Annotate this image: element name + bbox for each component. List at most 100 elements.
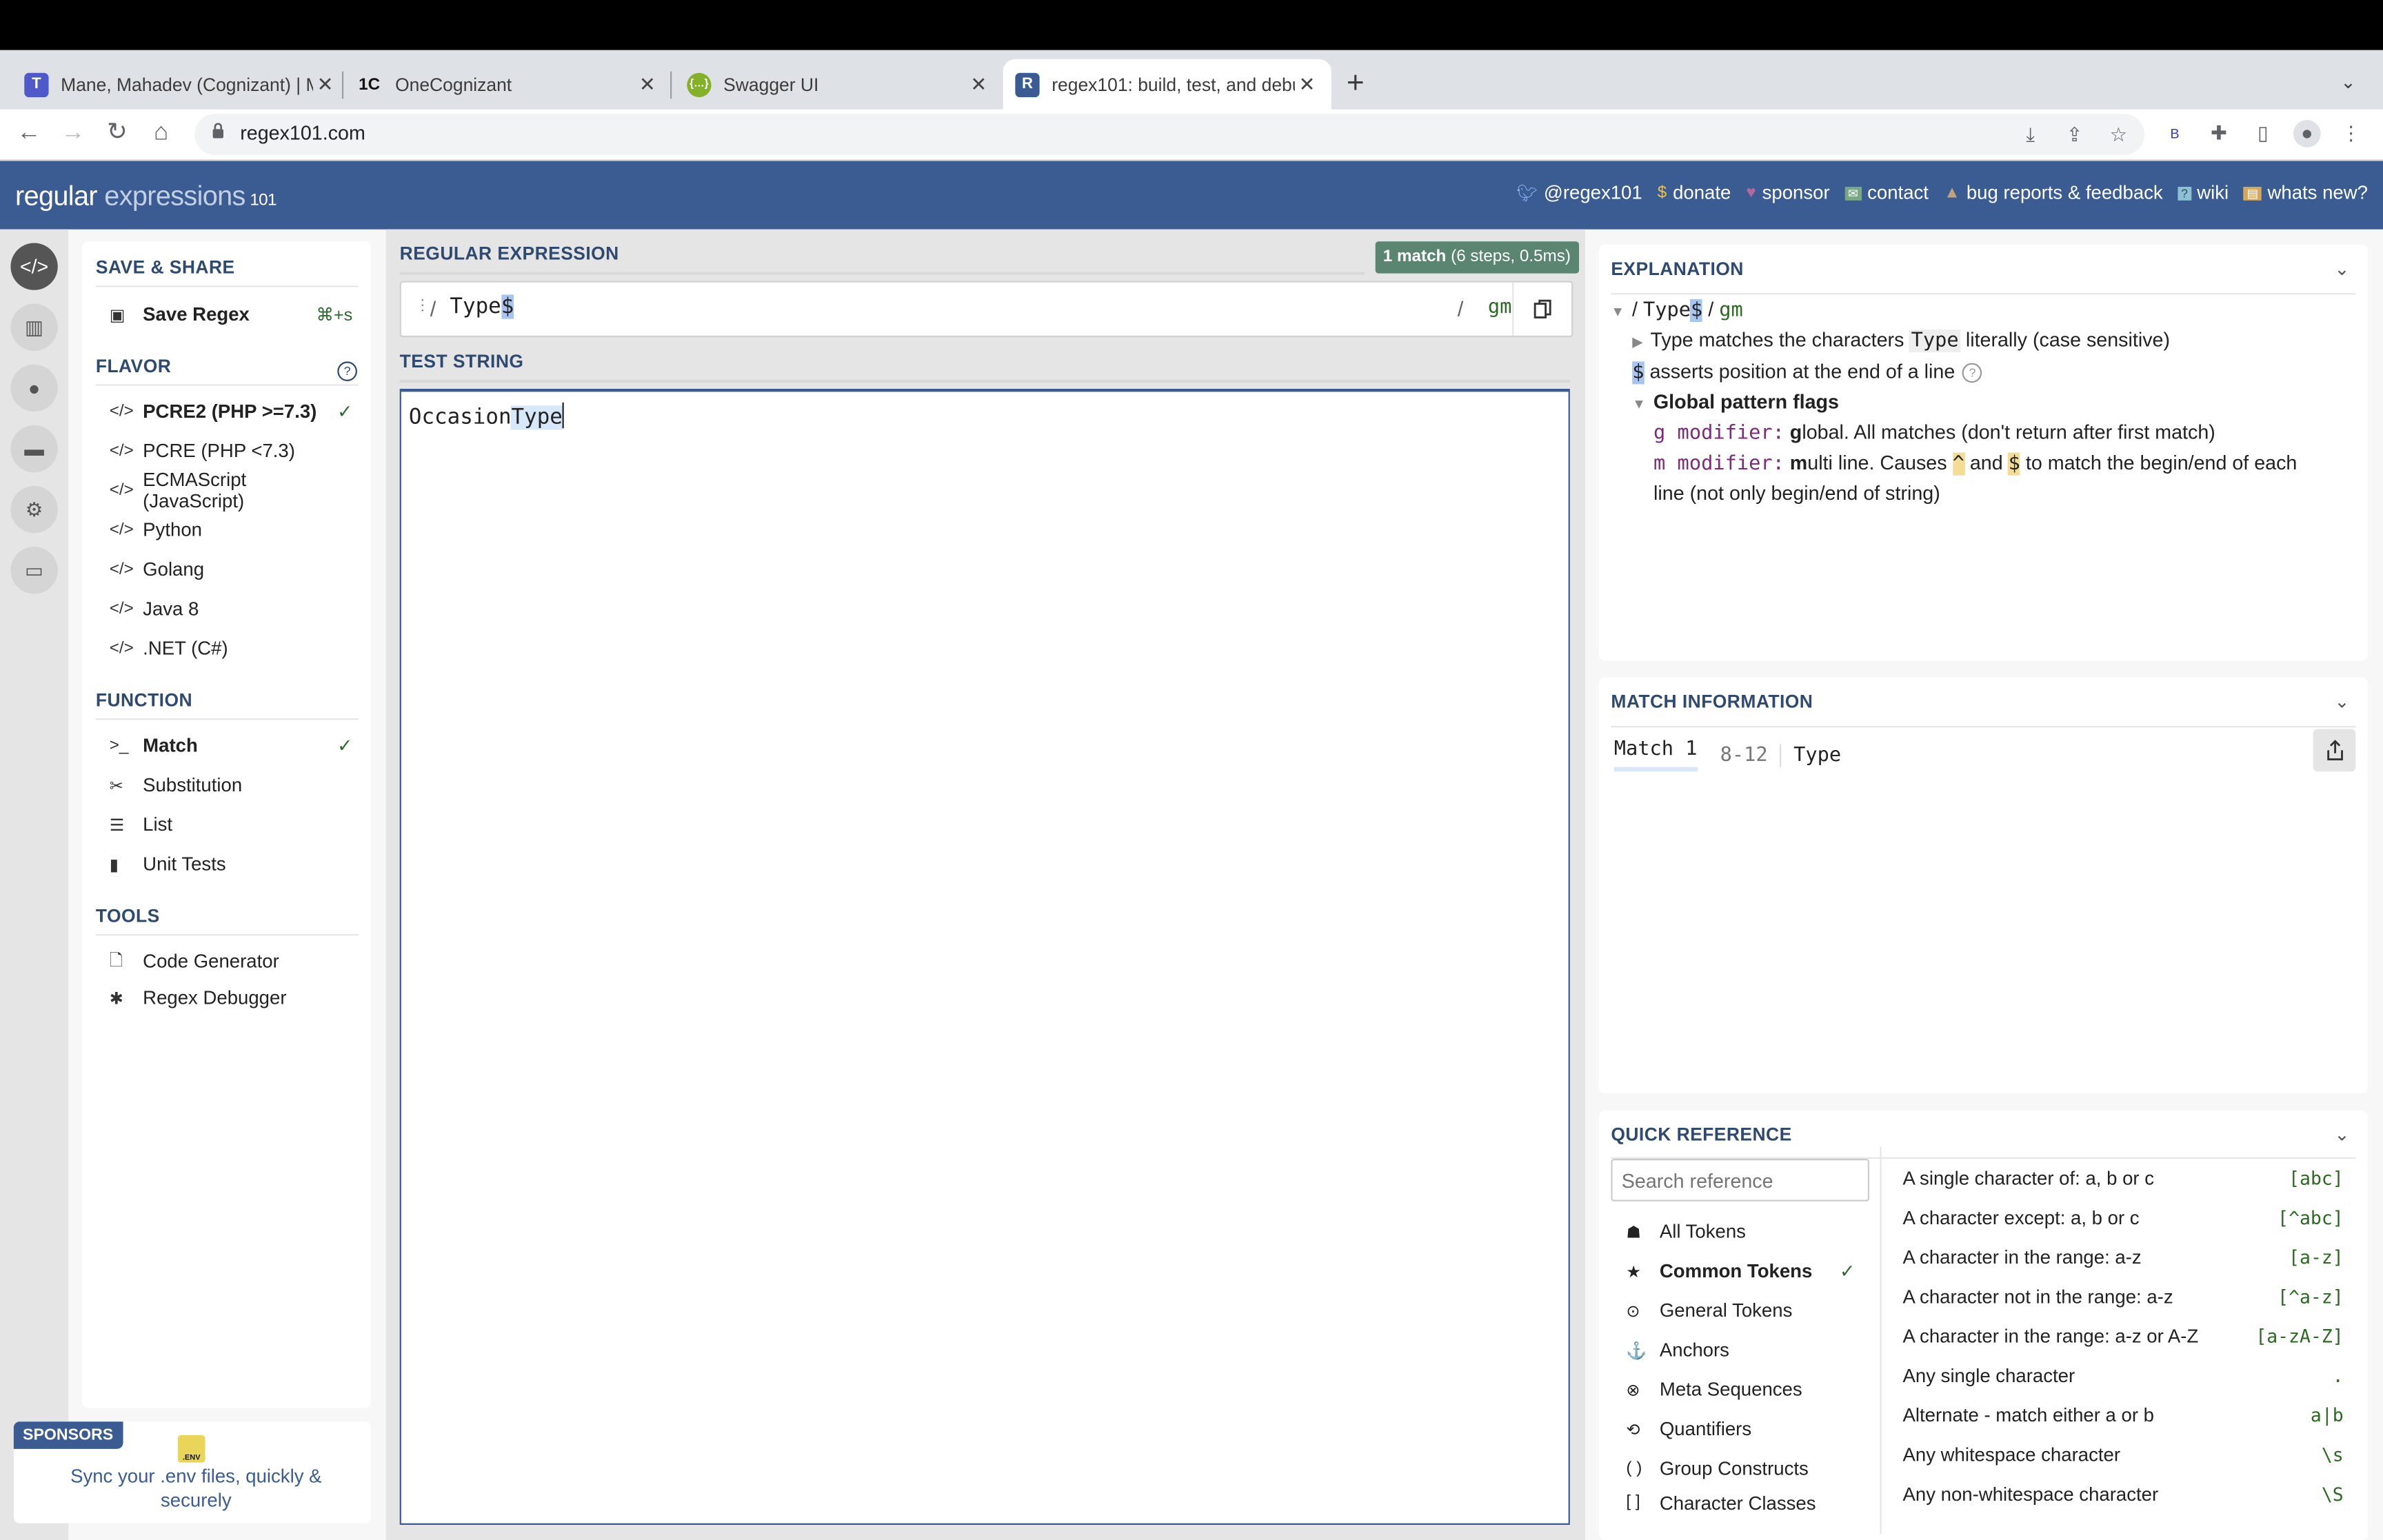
test-string-input[interactable]: OccasionType — [399, 389, 1570, 1526]
regex-flags[interactable]: gm — [1488, 296, 1512, 319]
close-tab-icon[interactable]: ✕ — [313, 72, 337, 97]
qr-entry[interactable]: A character in the range: a-z or A-Z [a-z… — [1903, 1321, 2344, 1352]
save-regex-button[interactable]: ▣ Save Regex ⌘+s — [110, 298, 353, 331]
drag-handle-icon[interactable]: ⋮ — [415, 298, 430, 314]
sponsors-box[interactable]: SPONSORS .ENV Sync your .env files, quic… — [13, 1421, 371, 1523]
regex-text[interactable]: Type$ — [450, 294, 514, 319]
tool-regex-debugger[interactable]: ✱ Regex Debugger — [110, 981, 353, 1014]
browser-tab[interactable]: 1C OneCognizant ✕ — [356, 59, 660, 110]
back-button[interactable]: ← — [14, 119, 44, 149]
account-button[interactable]: ● — [10, 364, 58, 412]
chrome-menu-icon[interactable]: ⋮ — [2337, 120, 2365, 148]
qr-entry[interactable]: Any non-whitespace character \S — [1903, 1479, 2344, 1510]
tool-code-generator[interactable]: 🗋︎ Code Generator — [110, 944, 353, 977]
regex-title: REGULAR EXPRESSION — [399, 243, 619, 265]
expand-triangle-icon[interactable]: ▼ — [1632, 396, 1646, 412]
qr-entry[interactable]: Any whitespace character \s — [1903, 1440, 2344, 1470]
address-bar[interactable]: regex101.com ⤓ ⇪ ☆ — [194, 114, 2144, 155]
brackets-icon: [ ] — [1626, 1492, 1640, 1512]
sponsor-link[interactable]: ♥ sponsor — [1746, 182, 1829, 203]
donate-link[interactable]: $ donate — [1658, 182, 1731, 203]
copy-regex-button[interactable] — [1512, 282, 1571, 336]
explanation-literal[interactable]: ▶ Type matches the characters Type litera… — [1632, 328, 2170, 353]
search-reference-input[interactable] — [1611, 1159, 1870, 1202]
regex101-logo[interactable]: regular expressions 101 — [15, 181, 276, 212]
export-matches-button[interactable] — [2313, 729, 2356, 772]
qr-entry[interactable]: Any single character. — [1903, 1361, 2344, 1391]
flavor-java8[interactable]: </> Java 8 — [110, 592, 353, 625]
match-row[interactable]: Match 1 8-12 Type — [1613, 738, 1841, 772]
qr-entry[interactable]: A character not in the range: a-z [^a-z] — [1903, 1282, 2344, 1313]
whats-new-link[interactable]: ▤ whats new? — [2244, 182, 2368, 203]
collapse-chevron-icon[interactable]: ⌄ — [2334, 691, 2349, 712]
bookmark-star-icon[interactable]: ☆ — [2105, 121, 2133, 149]
qr-entry[interactable]: A character except: a, b or c [^abc] — [1903, 1203, 2344, 1233]
swagger-icon: {…} — [687, 72, 712, 97]
new-tab-button[interactable]: + — [1347, 68, 1365, 99]
sponsor-text[interactable]: Sync your .env files, quickly & securely — [44, 1464, 348, 1513]
code-icon: </> — [109, 481, 134, 500]
install-app-icon[interactable]: ⤓ — [2017, 121, 2044, 149]
wiki-link[interactable]: ? wiki — [2178, 182, 2229, 203]
qr-category-anchors[interactable]: ⚓ Anchors — [1626, 1335, 1884, 1366]
flavor-pcre2[interactable]: </> PCRE2 (PHP >=7.3) ✓ — [110, 395, 353, 428]
qr-category-meta-sequences[interactable]: ⊗ Meta Sequences — [1626, 1375, 1884, 1405]
qr-category-general-tokens[interactable]: ⊙ General Tokens — [1626, 1295, 1884, 1326]
bug-reports-link[interactable]: ▲ bug reports & feedback — [1944, 182, 2163, 203]
extensions-puzzle-icon[interactable]: ✚ — [2205, 120, 2233, 148]
qr-category-character-classes[interactable]: [ ] Character Classes — [1626, 1493, 1884, 1514]
qr-entry[interactable]: Alternate - match either a or b a|b — [1903, 1400, 2344, 1430]
home-button[interactable]: ⌂ — [146, 119, 177, 149]
explanation-flags-title[interactable]: ▼ Global pattern flags — [1632, 390, 1839, 413]
flavor-ecmascript[interactable]: </> ECMAScript (JavaScript) — [109, 469, 353, 512]
library-button[interactable]: ▥ — [10, 303, 58, 351]
help-icon[interactable]: ? — [1962, 363, 1982, 383]
forward-button[interactable]: → — [58, 119, 88, 149]
browser-tab[interactable]: {…} Swagger UI ✕ — [687, 59, 991, 110]
explanation-root[interactable]: ▼ / Type$ / gm — [1611, 298, 1742, 322]
expand-triangle-icon[interactable]: ▼ — [1611, 304, 1625, 319]
function-list[interactable]: ☰ List — [110, 808, 353, 841]
test-string-text[interactable]: OccasionType — [409, 402, 565, 430]
regex-editor-button[interactable]: </> — [10, 243, 58, 290]
twitter-link[interactable]: 🐦︎ @regex101 — [1516, 182, 1642, 203]
qr-entry[interactable]: A character in the range: a-z [a-z] — [1903, 1242, 2344, 1273]
settings-button[interactable]: ⚙ — [10, 486, 58, 534]
reload-button[interactable]: ↻ — [102, 119, 132, 149]
qr-entry[interactable]: A single character of: a, b or c [abc] — [1903, 1164, 2344, 1194]
chat-button[interactable]: ▭ — [10, 547, 58, 594]
quiz-button[interactable]: ▬ — [10, 425, 58, 473]
browser-tab-active[interactable]: R regex101: build, test, and debu ✕ — [1003, 59, 1331, 110]
contact-link[interactable]: ✉ contact — [1844, 182, 1929, 203]
flavor-python[interactable]: </> Python — [110, 514, 353, 547]
qr-category-group-constructs[interactable]: ( ) Group Constructs — [1626, 1453, 1884, 1483]
close-tab-icon[interactable]: ✕ — [967, 72, 991, 97]
qr-category-all-tokens[interactable]: ☗ All Tokens — [1626, 1217, 1884, 1247]
side-panel-icon[interactable]: ▯ — [2249, 120, 2277, 148]
url-text[interactable]: regex101.com — [240, 121, 365, 144]
qr-category-quantifiers[interactable]: ⟲ Quantifiers — [1626, 1414, 1884, 1444]
collapse-chevron-icon[interactable]: ⌄ — [2334, 1124, 2349, 1145]
function-unit-tests[interactable]: ▮ Unit Tests — [110, 847, 353, 880]
close-tab-icon[interactable]: ✕ — [1295, 72, 1319, 97]
flavor-dotnet[interactable]: </> .NET (C#) — [110, 632, 353, 665]
browser-tab[interactable]: T Mane, Mahadev (Cognizant) | M ✕ — [24, 59, 337, 110]
tab-search-chevron-icon[interactable]: ⌄ — [2340, 72, 2355, 93]
function-match[interactable]: >_ Match ✓ — [110, 729, 353, 762]
flavor-golang[interactable]: </> Golang — [110, 553, 353, 586]
flavor-help-icon[interactable]: ? — [337, 357, 357, 385]
expand-triangle-icon[interactable]: ▶ — [1632, 334, 1642, 351]
close-tab-icon[interactable]: ✕ — [635, 72, 659, 97]
regex-input[interactable]: ⋮ / Type$ / gm — [399, 281, 1573, 338]
share-icon[interactable]: ⇪ — [2061, 121, 2089, 149]
copy-icon — [1534, 299, 1551, 318]
icon-rail: </> ▥ ● ▬ ⚙ ▭ — [0, 229, 69, 1540]
extension-b-icon[interactable]: B — [2161, 120, 2189, 148]
profile-avatar-icon[interactable]: ● — [2293, 120, 2321, 148]
checkmark-icon: ✓ — [1840, 1260, 1856, 1282]
qr-category-common-tokens[interactable]: ★ Common Tokens ✓ — [1626, 1256, 1884, 1286]
function-substitution[interactable]: ✂ Substitution — [110, 769, 353, 802]
flavor-pcre[interactable]: </> PCRE (PHP <7.3) — [110, 434, 353, 467]
tab-title: regex101: build, test, and debu — [1052, 73, 1295, 95]
collapse-chevron-icon[interactable]: ⌄ — [2334, 259, 2349, 280]
